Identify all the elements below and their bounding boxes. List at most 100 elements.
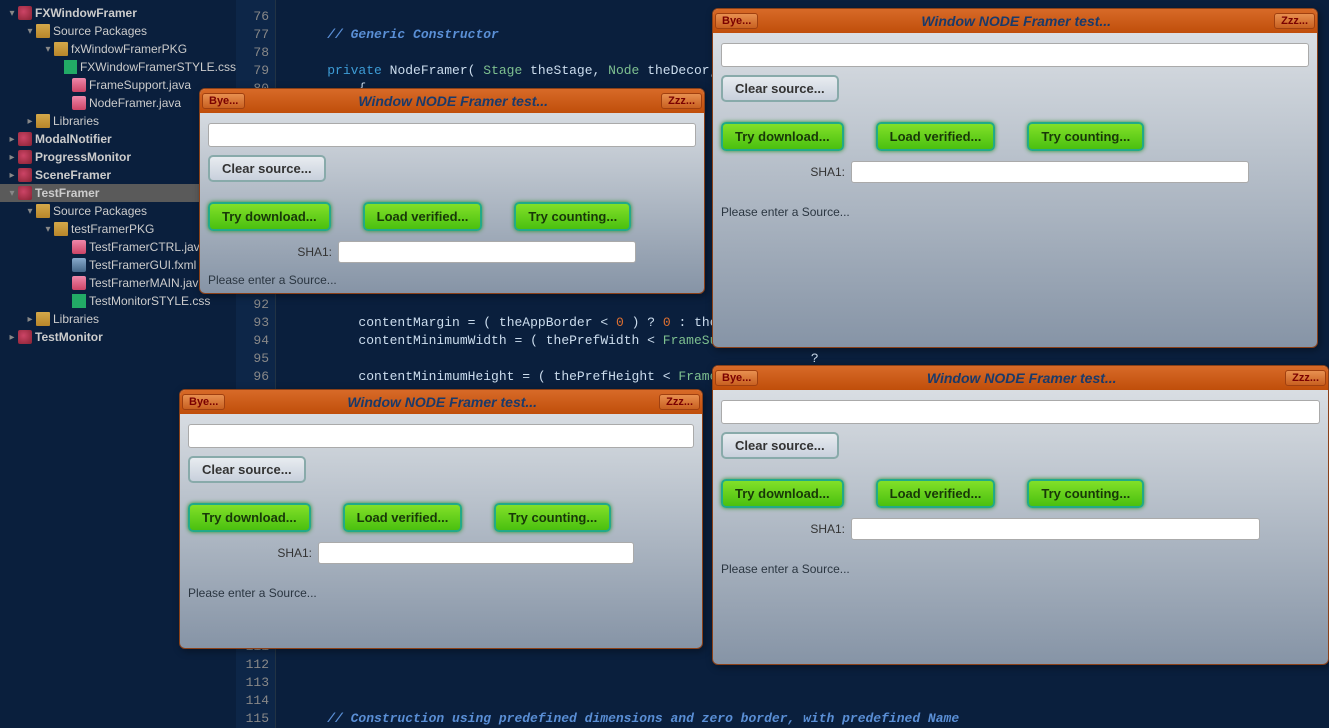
sha-input[interactable] bbox=[318, 542, 634, 564]
dialog-titlebar[interactable]: Bye...Window NODE Framer test...Zzz... bbox=[180, 390, 702, 414]
clear-source-button[interactable]: Clear source... bbox=[721, 75, 839, 102]
tree-twisty-icon[interactable]: ▾ bbox=[6, 188, 18, 199]
sha-label: SHA1: bbox=[721, 165, 851, 179]
test-framer-dialog[interactable]: Bye...Window NODE Framer test...Zzz...Cl… bbox=[199, 88, 705, 294]
try-download-button[interactable]: Try download... bbox=[208, 202, 331, 231]
minimize-button[interactable]: Zzz... bbox=[1274, 13, 1315, 29]
tree-label: FrameSupport.java bbox=[89, 78, 191, 92]
action-row: Try download... Load verified... Try count… bbox=[721, 122, 1309, 151]
sha-label: SHA1: bbox=[188, 546, 318, 560]
dialog-body: Clear source... Try download... Load verif… bbox=[713, 33, 1317, 225]
close-button[interactable]: Bye... bbox=[715, 370, 758, 386]
test-framer-dialog[interactable]: Bye...Window NODE Framer test...Zzz... Cl… bbox=[712, 365, 1329, 665]
tree-item[interactable]: ▾FXWindowFramer bbox=[0, 4, 236, 22]
folder-icon bbox=[36, 312, 50, 326]
line-number: 95 bbox=[236, 350, 269, 368]
try-counting-button[interactable]: Try counting... bbox=[1027, 479, 1144, 508]
tree-twisty-icon[interactable]: ▾ bbox=[24, 26, 36, 37]
sha-row: SHA1: bbox=[721, 518, 1320, 540]
minimize-button[interactable]: Zzz... bbox=[1285, 370, 1326, 386]
action-row: Try download... Load verified... Try count… bbox=[721, 479, 1320, 508]
tree-item[interactable]: ▾ Source Packages bbox=[0, 22, 236, 40]
tree-item[interactable]: FXWindowFramerSTYLE.css bbox=[0, 58, 236, 76]
test-framer-dialog[interactable]: Bye...Window NODE Framer test...Zzz...Cl… bbox=[712, 8, 1318, 348]
tree-label: Source Packages bbox=[53, 24, 147, 38]
load-verified-button[interactable]: Load verified... bbox=[343, 503, 463, 532]
minimize-button[interactable]: Zzz... bbox=[661, 93, 702, 109]
source-input[interactable] bbox=[188, 424, 694, 448]
tree-label: Source Packages bbox=[53, 204, 147, 218]
tree-item[interactable]: TestMonitorSTYLE.css bbox=[0, 292, 236, 310]
code-line[interactable]: // Construction using predefined dimensi… bbox=[296, 710, 967, 728]
tree-label: TestFramerGUI.fxml bbox=[89, 258, 196, 272]
tree-label: Libraries bbox=[53, 114, 99, 128]
source-input[interactable] bbox=[208, 123, 696, 147]
project-icon bbox=[18, 150, 32, 164]
tree-twisty-icon[interactable]: ▸ bbox=[6, 134, 18, 145]
folder-icon bbox=[36, 24, 50, 38]
dialog-title: Window NODE Framer test... bbox=[758, 370, 1285, 386]
try-download-button[interactable]: Try download... bbox=[188, 503, 311, 532]
try-counting-button[interactable]: Try counting... bbox=[494, 503, 611, 532]
tree-twisty-icon[interactable]: ▾ bbox=[24, 206, 36, 217]
load-verified-button[interactable]: Load verified... bbox=[876, 122, 996, 151]
sha-input[interactable] bbox=[851, 518, 1260, 540]
close-button[interactable]: Bye... bbox=[182, 394, 225, 410]
line-number: 114 bbox=[236, 692, 269, 710]
tree-label: TestFramerCTRL.java bbox=[89, 240, 206, 254]
tree-twisty-icon[interactable]: ▸ bbox=[6, 170, 18, 181]
source-input[interactable] bbox=[721, 400, 1320, 424]
dialog-body: Clear source... Try download... Load verif… bbox=[200, 113, 704, 293]
load-verified-button[interactable]: Load verified... bbox=[363, 202, 483, 231]
action-row: Try download... Load verified... Try count… bbox=[208, 202, 696, 231]
close-button[interactable]: Bye... bbox=[202, 93, 245, 109]
tree-label: TestFramer bbox=[35, 186, 99, 200]
dialog-title: Window NODE Framer test... bbox=[225, 394, 659, 410]
tree-label: ModalNotifier bbox=[35, 132, 112, 146]
code-line[interactable] bbox=[296, 692, 967, 710]
try-download-button[interactable]: Try download... bbox=[721, 479, 844, 508]
sha-input[interactable] bbox=[338, 241, 636, 263]
tree-label: TestMonitor bbox=[35, 330, 103, 344]
sha-label: SHA1: bbox=[208, 245, 338, 259]
tree-twisty-icon[interactable]: ▸ bbox=[6, 332, 18, 343]
dialog-titlebar[interactable]: Bye...Window NODE Framer test...Zzz... bbox=[713, 9, 1317, 33]
clear-source-button[interactable]: Clear source... bbox=[188, 456, 306, 483]
status-text: Please enter a Source... bbox=[208, 273, 696, 287]
tree-label: FXWindowFramerSTYLE.css bbox=[80, 60, 236, 74]
test-framer-dialog[interactable]: Bye...Window NODE Framer test...Zzz... Cl… bbox=[179, 389, 703, 649]
tree-twisty-icon[interactable]: ▸ bbox=[24, 116, 36, 127]
try-counting-button[interactable]: Try counting... bbox=[514, 202, 631, 231]
line-number: 79 bbox=[236, 62, 269, 80]
sha-input[interactable] bbox=[851, 161, 1249, 183]
dialog-title: Window NODE Framer test... bbox=[758, 13, 1274, 29]
project-icon bbox=[18, 330, 32, 344]
tree-twisty-icon[interactable]: ▾ bbox=[42, 224, 54, 235]
minimize-button[interactable]: Zzz... bbox=[659, 394, 700, 410]
try-counting-button[interactable]: Try counting... bbox=[1027, 122, 1144, 151]
tree-twisty-icon[interactable]: ▸ bbox=[6, 152, 18, 163]
dialog-titlebar[interactable]: Bye...Window NODE Framer test...Zzz... bbox=[200, 89, 704, 113]
tree-item[interactable]: ▾fxWindowFramerPKG bbox=[0, 40, 236, 58]
tree-twisty-icon[interactable]: ▸ bbox=[24, 314, 36, 325]
project-icon bbox=[18, 168, 32, 182]
source-input[interactable] bbox=[721, 43, 1309, 67]
clear-source-button[interactable]: Clear source... bbox=[721, 432, 839, 459]
sha-label: SHA1: bbox=[721, 522, 851, 536]
tree-label: ProgressMonitor bbox=[35, 150, 131, 164]
load-verified-button[interactable]: Load verified... bbox=[876, 479, 996, 508]
tree-twisty-icon[interactable]: ▾ bbox=[6, 8, 18, 19]
clear-source-button[interactable]: Clear source... bbox=[208, 155, 326, 182]
tree-label: SceneFramer bbox=[35, 168, 111, 182]
dialog-titlebar[interactable]: Bye...Window NODE Framer test...Zzz... bbox=[713, 366, 1328, 390]
line-number: 94 bbox=[236, 332, 269, 350]
code-line[interactable] bbox=[296, 674, 967, 692]
tree-item[interactable]: ▸ TestMonitor bbox=[0, 328, 236, 346]
line-number: 93 bbox=[236, 314, 269, 332]
folder-icon bbox=[36, 204, 50, 218]
tree-twisty-icon[interactable]: ▾ bbox=[42, 44, 54, 55]
tree-item[interactable]: ▸Libraries bbox=[0, 310, 236, 328]
try-download-button[interactable]: Try download... bbox=[721, 122, 844, 151]
tree-label: TestMonitorSTYLE.css bbox=[89, 294, 210, 308]
close-button[interactable]: Bye... bbox=[715, 13, 758, 29]
